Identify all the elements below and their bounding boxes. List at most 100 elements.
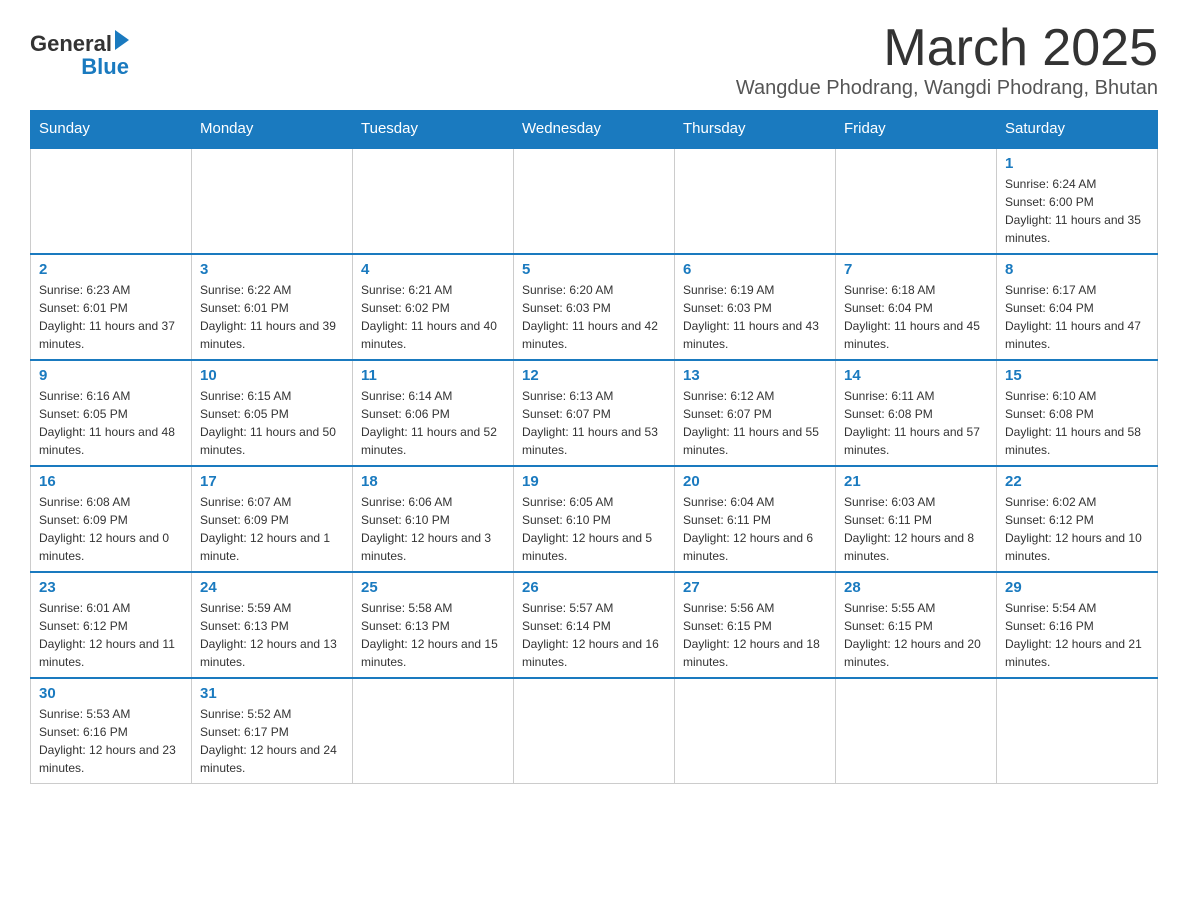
day-number: 20	[683, 473, 827, 490]
day-number: 2	[39, 261, 183, 278]
day-number: 1	[1005, 155, 1149, 172]
day-info: Sunrise: 6:19 AMSunset: 6:03 PMDaylight:…	[683, 281, 827, 353]
calendar-cell: 3Sunrise: 6:22 AMSunset: 6:01 PMDaylight…	[192, 254, 353, 360]
day-number: 18	[361, 473, 505, 490]
month-title: March 2025	[736, 20, 1158, 77]
day-number: 3	[200, 261, 344, 278]
day-number: 11	[361, 367, 505, 384]
calendar-cell	[675, 148, 836, 254]
calendar-cell: 20 Sunrise: 6:04 AMSunset: 6:11 PMDayligh…	[675, 466, 836, 572]
calendar-cell	[675, 678, 836, 784]
calendar-cell: 21 Sunrise: 6:03 AMSunset: 6:11 PMDayligh…	[836, 466, 997, 572]
calendar-cell: 18 Sunrise: 6:06 AMSunset: 6:10 PMDayligh…	[353, 466, 514, 572]
day-info: Sunrise: 6:10 AMSunset: 6:08 PMDaylight:…	[1005, 387, 1149, 459]
calendar-cell: 4Sunrise: 6:21 AMSunset: 6:02 PMDaylight…	[353, 254, 514, 360]
day-number: 14	[844, 367, 988, 384]
calendar-table: SundayMondayTuesdayWednesdayThursdayFrid…	[30, 110, 1158, 784]
day-number: 24	[200, 579, 344, 596]
calendar-header-row: SundayMondayTuesdayWednesdayThursdayFrid…	[31, 110, 1158, 148]
day-number: 22	[1005, 473, 1149, 490]
day-number: 7	[844, 261, 988, 278]
calendar-cell: 7 Sunrise: 6:18 AMSunset: 6:04 PMDaylight…	[836, 254, 997, 360]
calendar-cell	[514, 678, 675, 784]
calendar-cell: 31Sunrise: 5:52 AMSunset: 6:17 PMDayligh…	[192, 678, 353, 784]
day-info: Sunrise: 6:14 AMSunset: 6:06 PMDaylight:…	[361, 387, 505, 459]
column-header-friday: Friday	[836, 110, 997, 148]
column-header-monday: Monday	[192, 110, 353, 148]
calendar-week-row: 16Sunrise: 6:08 AMSunset: 6:09 PMDayligh…	[31, 466, 1158, 572]
day-number: 5	[522, 261, 666, 278]
day-number: 30	[39, 685, 183, 702]
day-info: Sunrise: 5:59 AMSunset: 6:13 PMDaylight:…	[200, 599, 344, 671]
calendar-cell: 17 Sunrise: 6:07 AMSunset: 6:09 PMDayligh…	[192, 466, 353, 572]
day-info: Sunrise: 6:07 AMSunset: 6:09 PMDaylight:…	[200, 493, 344, 565]
calendar-cell: 11 Sunrise: 6:14 AMSunset: 6:06 PMDayligh…	[353, 360, 514, 466]
day-info: Sunrise: 6:13 AMSunset: 6:07 PMDaylight:…	[522, 387, 666, 459]
calendar-cell	[514, 148, 675, 254]
day-number: 19	[522, 473, 666, 490]
day-info: Sunrise: 5:52 AMSunset: 6:17 PMDaylight:…	[200, 705, 344, 777]
calendar-cell	[31, 148, 192, 254]
day-number: 6	[683, 261, 827, 278]
day-number: 25	[361, 579, 505, 596]
calendar-week-row: 2 Sunrise: 6:23 AMSunset: 6:01 PMDaylight…	[31, 254, 1158, 360]
calendar-cell: 12 Sunrise: 6:13 AMSunset: 6:07 PMDayligh…	[514, 360, 675, 466]
day-info: Sunrise: 6:06 AMSunset: 6:10 PMDaylight:…	[361, 493, 505, 565]
day-number: 13	[683, 367, 827, 384]
day-number: 16	[39, 473, 183, 490]
day-number: 27	[683, 579, 827, 596]
day-number: 12	[522, 367, 666, 384]
calendar-cell	[353, 678, 514, 784]
day-number: 17	[200, 473, 344, 490]
calendar-cell: 15 Sunrise: 6:10 AMSunset: 6:08 PMDayligh…	[997, 360, 1158, 466]
day-number: 28	[844, 579, 988, 596]
column-header-saturday: Saturday	[997, 110, 1158, 148]
column-header-wednesday: Wednesday	[514, 110, 675, 148]
calendar-cell: 22 Sunrise: 6:02 AMSunset: 6:12 PMDayligh…	[997, 466, 1158, 572]
calendar-cell: 8Sunrise: 6:17 AMSunset: 6:04 PMDaylight…	[997, 254, 1158, 360]
calendar-cell: 26 Sunrise: 5:57 AMSunset: 6:14 PMDayligh…	[514, 572, 675, 678]
day-info: Sunrise: 6:12 AMSunset: 6:07 PMDaylight:…	[683, 387, 827, 459]
day-number: 21	[844, 473, 988, 490]
day-info: Sunrise: 6:20 AMSunset: 6:03 PMDaylight:…	[522, 281, 666, 353]
calendar-cell: 6 Sunrise: 6:19 AMSunset: 6:03 PMDaylight…	[675, 254, 836, 360]
calendar-cell	[192, 148, 353, 254]
day-info: Sunrise: 6:05 AMSunset: 6:10 PMDaylight:…	[522, 493, 666, 565]
day-number: 26	[522, 579, 666, 596]
calendar-cell: 10 Sunrise: 6:15 AMSunset: 6:05 PMDayligh…	[192, 360, 353, 466]
calendar-cell	[836, 678, 997, 784]
calendar-cell: 24 Sunrise: 5:59 AMSunset: 6:13 PMDayligh…	[192, 572, 353, 678]
calendar-week-row: 30Sunrise: 5:53 AMSunset: 6:16 PMDayligh…	[31, 678, 1158, 784]
day-info: Sunrise: 5:56 AMSunset: 6:15 PMDaylight:…	[683, 599, 827, 671]
day-info: Sunrise: 5:57 AMSunset: 6:14 PMDaylight:…	[522, 599, 666, 671]
day-number: 15	[1005, 367, 1149, 384]
day-info: Sunrise: 6:18 AMSunset: 6:04 PMDaylight:…	[844, 281, 988, 353]
calendar-cell: 2 Sunrise: 6:23 AMSunset: 6:01 PMDaylight…	[31, 254, 192, 360]
calendar-cell: 9Sunrise: 6:16 AMSunset: 6:05 PMDaylight…	[31, 360, 192, 466]
column-header-sunday: Sunday	[31, 110, 192, 148]
day-number: 23	[39, 579, 183, 596]
logo: General Blue	[30, 30, 129, 80]
day-info: Sunrise: 6:02 AMSunset: 6:12 PMDaylight:…	[1005, 493, 1149, 565]
day-info: Sunrise: 6:04 AMSunset: 6:11 PMDaylight:…	[683, 493, 827, 565]
day-info: Sunrise: 6:23 AMSunset: 6:01 PMDaylight:…	[39, 281, 183, 353]
calendar-week-row: 23Sunrise: 6:01 AMSunset: 6:12 PMDayligh…	[31, 572, 1158, 678]
calendar-cell	[997, 678, 1158, 784]
column-header-thursday: Thursday	[675, 110, 836, 148]
page-header: General Blue March 2025 Wangdue Phodrang…	[30, 20, 1158, 100]
day-number: 4	[361, 261, 505, 278]
calendar-cell: 1Sunrise: 6:24 AMSunset: 6:00 PMDaylight…	[997, 148, 1158, 254]
day-number: 29	[1005, 579, 1149, 596]
calendar-cell: 16Sunrise: 6:08 AMSunset: 6:09 PMDayligh…	[31, 466, 192, 572]
logo-arrow-icon	[115, 30, 129, 50]
day-number: 10	[200, 367, 344, 384]
day-info: Sunrise: 5:55 AMSunset: 6:15 PMDaylight:…	[844, 599, 988, 671]
title-block: March 2025 Wangdue Phodrang, Wangdi Phod…	[736, 20, 1158, 100]
calendar-cell: 5 Sunrise: 6:20 AMSunset: 6:03 PMDaylight…	[514, 254, 675, 360]
calendar-cell: 29Sunrise: 5:54 AMSunset: 6:16 PMDayligh…	[997, 572, 1158, 678]
day-info: Sunrise: 6:17 AMSunset: 6:04 PMDaylight:…	[1005, 281, 1149, 353]
day-info: Sunrise: 6:15 AMSunset: 6:05 PMDaylight:…	[200, 387, 344, 459]
logo-text-blue: Blue	[81, 54, 129, 80]
day-info: Sunrise: 6:16 AMSunset: 6:05 PMDaylight:…	[39, 387, 183, 459]
day-info: Sunrise: 6:03 AMSunset: 6:11 PMDaylight:…	[844, 493, 988, 565]
